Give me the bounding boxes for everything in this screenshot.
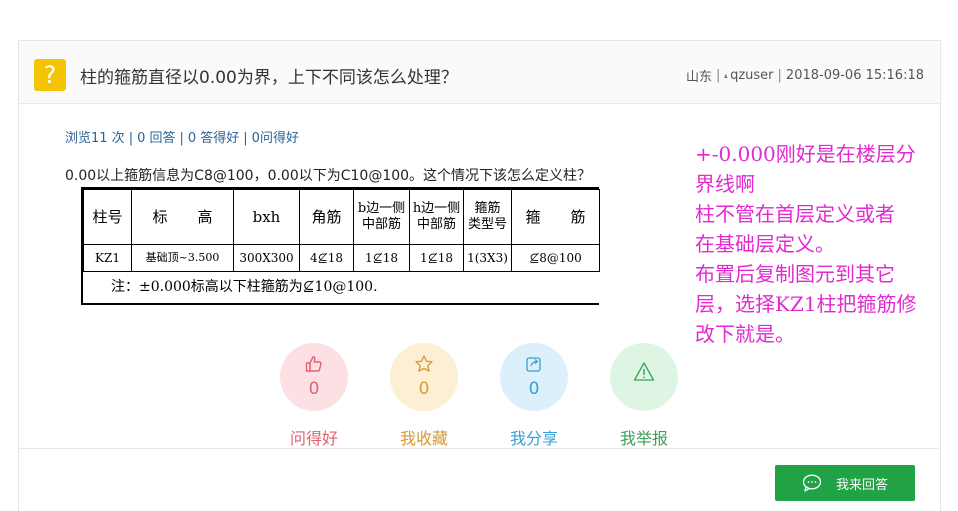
answer-line: 柱不管在首层定义或者 [695, 202, 895, 226]
spec-data-cell: 4⊈18 [299, 244, 354, 272]
question-meta: 山东 | qzuser | 2018-09-06 15:16:18 [686, 66, 924, 85]
good-question-button[interactable]: 0 问得好 [279, 343, 349, 449]
meta-separator: | [777, 68, 782, 83]
meta-separator: | [716, 68, 721, 83]
answer-line: 层，选择KZ1柱把箍筋修 [695, 292, 917, 316]
good-question-count-value: 0 [308, 379, 320, 399]
post-datetime: 2018-09-06 15:16:18 [785, 68, 924, 83]
question-stats: 浏览11 次 | 0 回答 | 0 答得好 | 0问得好 [65, 131, 299, 146]
spec-data-cell: 基础顶~3.500 [131, 244, 234, 272]
spec-data-cell: ⊈8@100 [511, 244, 600, 272]
view-count: 浏览11 次 [65, 131, 125, 146]
answer-line: 在基础层定义。 [695, 232, 835, 256]
region-link[interactable]: 山东 [686, 66, 712, 85]
spec-header-cell: bxh [233, 189, 300, 245]
good-answer-count: 0 答得好 [187, 131, 240, 146]
answer-line: 改下就是。 [695, 322, 795, 346]
spec-data-cell: 1(3X3) [463, 244, 512, 272]
good-question-circle[interactable]: 0 [280, 343, 348, 411]
good-question-label[interactable]: 问得好 [279, 425, 349, 449]
report-circle[interactable] [610, 343, 678, 411]
spec-header-cell: 箍 筋 [511, 189, 600, 245]
report-button[interactable]: 我举报 [609, 343, 679, 449]
spec-data-cell: KZ1 [83, 244, 132, 272]
star-icon [415, 355, 433, 372]
reply-button-label[interactable]: 我来回答 [836, 474, 888, 493]
favorite-count-value: 0 [418, 379, 430, 399]
question-title: 柱的箍筋直径以0.00为界，上下不同该怎么处理？ [80, 68, 458, 88]
column-spec-table-image: 柱号 标 高 bxh 角筋 b边一侧 中部筋 h边一侧 中部筋 箍筋 类型号 箍… [81, 187, 600, 305]
username-link[interactable]: qzuser [730, 68, 773, 83]
answer-annotation: +-0.000刚好是在楼层分 界线啊 柱不管在首层定义或者 在基础层定义。 布置… [695, 139, 955, 349]
question-actions: 0 问得好 0 我收藏 0 我分享 我举报 [279, 343, 699, 453]
answer-line: 布置后复制图元到其它 [695, 262, 895, 286]
share-icon [526, 357, 541, 372]
question-body: 0.00以上箍筋信息为C8@100，0.00以下为C10@100。这个情况下该怎… [65, 168, 592, 184]
spec-data-cell: 1⊈18 [409, 244, 464, 272]
user-icon [724, 73, 728, 78]
favorite-label[interactable]: 我收藏 [389, 425, 459, 449]
share-button[interactable]: 0 我分享 [499, 343, 569, 449]
favorite-circle[interactable]: 0 [390, 343, 458, 411]
share-circle[interactable]: 0 [500, 343, 568, 411]
spec-header-cell: h边一侧 中部筋 [409, 189, 464, 245]
spec-data-cell: 1⊈18 [353, 244, 410, 272]
question-icon: ? [34, 59, 66, 91]
answer-line: 界线啊 [695, 172, 755, 196]
spec-table-note: 注：±0.000标高以下柱箍筋为⊈10@100. [111, 279, 378, 295]
spec-data-cell: 300X300 [233, 244, 300, 272]
favorite-button[interactable]: 0 我收藏 [389, 343, 459, 449]
spec-header-cell: 柱号 [83, 189, 132, 245]
thumbs-up-icon [305, 356, 322, 372]
share-label[interactable]: 我分享 [499, 425, 569, 449]
report-label[interactable]: 我举报 [609, 425, 679, 449]
spec-header-cell: b边一侧 中部筋 [353, 189, 410, 245]
warning-icon [633, 362, 655, 381]
spec-table-header-row: 柱号 标 高 bxh 角筋 b边一侧 中部筋 h边一侧 中部筋 箍筋 类型号 箍… [83, 189, 600, 245]
answer-count[interactable]: 0 回答 [137, 131, 175, 146]
spec-header-cell: 箍筋 类型号 [463, 189, 512, 245]
share-count-value: 0 [528, 379, 540, 399]
section-divider [18, 448, 939, 449]
answer-line: +-0.000刚好是在楼层分 [695, 142, 916, 166]
spec-header-cell: 标 高 [131, 189, 234, 245]
chat-bubble-icon [802, 474, 822, 492]
spec-header-cell: 角筋 [299, 189, 354, 245]
question-header: ? 柱的箍筋直径以0.00为界，上下不同该怎么处理？ 山东 | qzuser |… [19, 41, 940, 104]
good-question-count: 0问得好 [251, 131, 299, 146]
question-card: ? 柱的箍筋直径以0.00为界，上下不同该怎么处理？ 山东 | qzuser |… [18, 40, 941, 511]
spec-table-data-row: KZ1 基础顶~3.500 300X300 4⊈18 1⊈18 1⊈18 1(3… [83, 244, 600, 272]
